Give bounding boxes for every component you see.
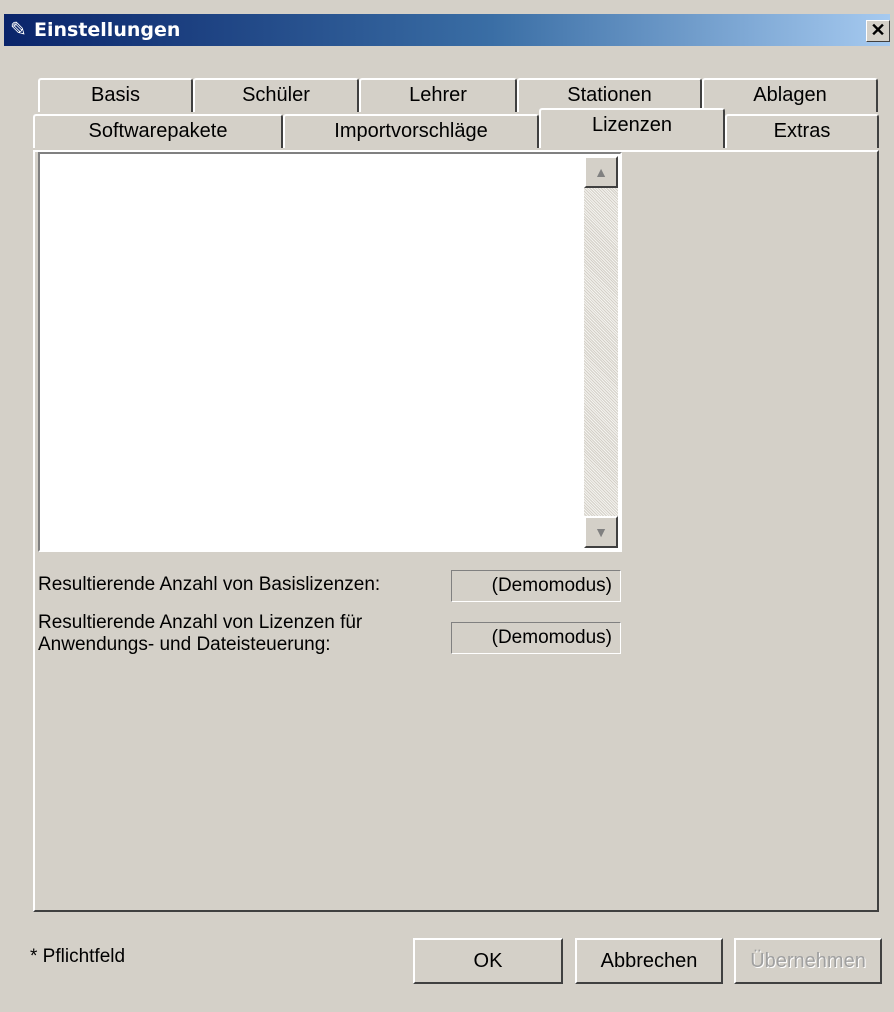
basis-licenses-value: (Demomodus) <box>451 570 621 602</box>
ok-button[interactable]: OK <box>413 938 563 984</box>
control-licenses-value: (Demomodus) <box>451 622 621 654</box>
control-licenses-label-line2: Anwendungs- und Dateisteuerung: <box>38 634 331 655</box>
pen-icon: ✎ <box>10 19 27 41</box>
required-field-note: * Pflichtfeld <box>30 946 126 967</box>
window-title: Einstellungen <box>34 19 181 41</box>
settings-dialog: ✎ Einstellungen ✕ Basis Schüler Lehrer S… <box>0 0 894 1012</box>
scroll-up-button[interactable]: ▲ <box>584 156 618 188</box>
tab-softwarepakete[interactable]: Softwarepakete <box>33 114 283 148</box>
basis-licenses-label: Resultierende Anzahl von Basislizenzen: <box>38 574 381 595</box>
close-icon: ✕ <box>870 20 886 40</box>
tab-stationen[interactable]: Stationen <box>517 78 702 112</box>
license-list[interactable]: ▲ ▼ <box>38 152 622 552</box>
title-bar[interactable]: ✎ Einstellungen ✕ <box>4 14 890 46</box>
control-licenses-label-line1: Resultierende Anzahl von Lizenzen für <box>38 612 363 633</box>
close-button[interactable]: ✕ <box>866 20 890 42</box>
cancel-button[interactable]: Abbrechen <box>575 938 723 984</box>
tab-importvorschlaege[interactable]: Importvorschläge <box>283 114 539 148</box>
tab-basis[interactable]: Basis <box>38 78 193 112</box>
vertical-scrollbar[interactable]: ▲ ▼ <box>584 156 618 548</box>
tab-lizenzen[interactable]: Lizenzen <box>539 108 725 148</box>
tab-extras[interactable]: Extras <box>725 114 879 148</box>
arrow-up-icon: ▲ <box>594 164 608 180</box>
tab-ablagen[interactable]: Ablagen <box>702 78 878 112</box>
tab-lehrer[interactable]: Lehrer <box>359 78 517 112</box>
apply-button[interactable]: Übernehmen <box>734 938 882 984</box>
tab-schueler[interactable]: Schüler <box>193 78 359 112</box>
arrow-down-icon: ▼ <box>594 524 608 540</box>
scroll-down-button[interactable]: ▼ <box>584 516 618 548</box>
